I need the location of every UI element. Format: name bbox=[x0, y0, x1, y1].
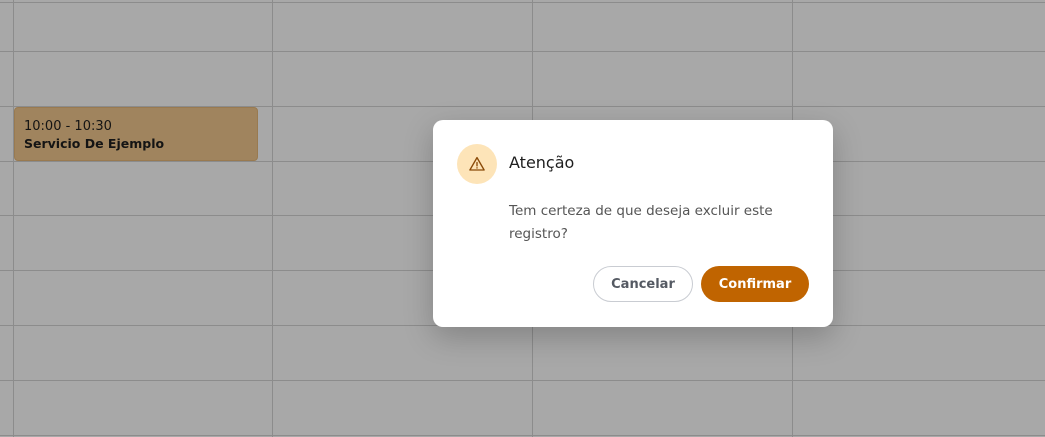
cancel-button[interactable]: Cancelar bbox=[593, 266, 693, 302]
confirm-button[interactable]: Confirmar bbox=[701, 266, 809, 302]
dialog-title: Atenção bbox=[509, 153, 575, 172]
confirm-dialog: Atenção Tem certeza de que deseja exclui… bbox=[433, 120, 833, 327]
dialog-message: Tem certeza de que deseja excluir este r… bbox=[509, 203, 773, 242]
warning-triangle-icon bbox=[469, 156, 485, 171]
warning-icon-badge bbox=[457, 144, 497, 184]
